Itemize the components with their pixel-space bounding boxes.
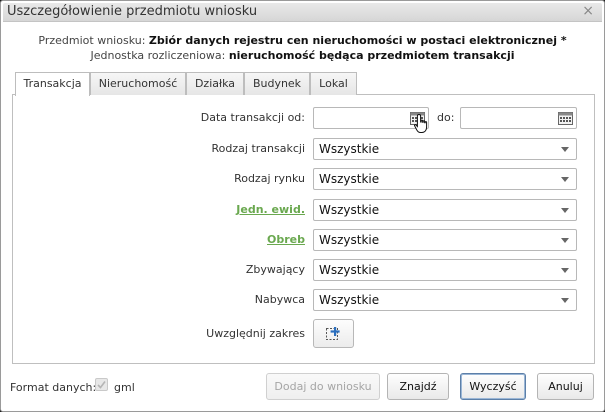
jedn-ewid-value: Wszystkie bbox=[319, 203, 380, 217]
nabywca-label: Nabywca bbox=[254, 293, 305, 306]
chevron-down-icon bbox=[561, 238, 569, 243]
date-to-label: do: bbox=[437, 111, 455, 124]
dialog-window: Uszczegółowienie przedmiotu wniosku × Pr… bbox=[0, 0, 605, 412]
cancel-button[interactable]: Anuluj bbox=[537, 373, 594, 400]
close-icon[interactable]: × bbox=[582, 3, 594, 19]
chevron-down-icon bbox=[561, 268, 569, 273]
unit-value: nieruchomość będąca przedmiotem transakc… bbox=[228, 49, 515, 62]
rodzaj-transakcji-value: Wszystkie bbox=[319, 142, 380, 156]
chevron-down-icon bbox=[561, 208, 569, 213]
date-from-field[interactable] bbox=[313, 107, 429, 129]
range-select-button[interactable] bbox=[313, 319, 354, 348]
rodzaj-rynku-select[interactable]: Wszystkie bbox=[313, 168, 577, 190]
find-button[interactable]: Znajdź bbox=[387, 373, 449, 400]
jedn-ewid-link[interactable]: Jedn. ewid. bbox=[151, 203, 305, 216]
dialog-title: Uszczegółowienie przedmiotu wniosku bbox=[7, 4, 258, 19]
format-checkbox[interactable] bbox=[95, 378, 108, 391]
rodzaj-rynku-label: Rodzaj rynku bbox=[234, 172, 305, 185]
subject-label: Przedmiot wniosku: bbox=[38, 34, 146, 47]
format-value: gml bbox=[114, 381, 135, 394]
zbywajacy-label: Zbywający bbox=[245, 263, 305, 276]
rodzaj-transakcji-label: Rodzaj transakcji bbox=[211, 142, 305, 155]
tab-dzialka[interactable]: Działka bbox=[186, 72, 244, 95]
rodzaj-transakcji-select[interactable]: Wszystkie bbox=[313, 138, 577, 160]
checkmark-icon bbox=[97, 381, 106, 389]
range-select-icon bbox=[326, 327, 340, 340]
zbywajacy-value: Wszystkie bbox=[319, 263, 380, 277]
chevron-down-icon bbox=[561, 298, 569, 303]
calendar-icon[interactable] bbox=[557, 110, 574, 126]
nabywca-value: Wszystkie bbox=[319, 293, 380, 307]
chevron-down-icon bbox=[561, 147, 569, 152]
nabywca-select[interactable]: Wszystkie bbox=[313, 289, 577, 311]
tab-transakcja[interactable]: Transakcja bbox=[15, 72, 90, 96]
jedn-ewid-select[interactable]: Wszystkie bbox=[313, 199, 577, 221]
format-label: Format danych: bbox=[10, 381, 97, 394]
unit-info: Jednostka rozliczeniowa: nieruchomość bę… bbox=[1, 49, 604, 62]
hand-cursor-icon bbox=[414, 113, 428, 133]
chevron-down-icon bbox=[561, 177, 569, 182]
range-label: Uwzględnij zakres bbox=[206, 327, 305, 340]
date-to-field[interactable] bbox=[460, 107, 577, 129]
tab-nieruchomosc[interactable]: Nieruchomość bbox=[90, 72, 186, 95]
tab-lokal[interactable]: Lokal bbox=[310, 72, 357, 95]
subject-value: Zbiór danych rejestru cen nieruchomości … bbox=[148, 34, 567, 47]
obreb-link[interactable]: Obreb bbox=[151, 233, 305, 246]
unit-label: Jednostka rozliczeniowa: bbox=[90, 49, 226, 62]
clear-button[interactable]: Wyczyść bbox=[460, 373, 526, 400]
rodzaj-rynku-value: Wszystkie bbox=[319, 172, 380, 186]
date-from-label: Data transakcji od: bbox=[200, 111, 305, 124]
dialog-titlebar[interactable]: Uszczegółowienie przedmiotu wniosku × bbox=[3, 3, 602, 22]
obreb-value: Wszystkie bbox=[319, 233, 380, 247]
obreb-select[interactable]: Wszystkie bbox=[313, 229, 577, 251]
zbywajacy-select[interactable]: Wszystkie bbox=[313, 259, 577, 281]
tab-budynek[interactable]: Budynek bbox=[244, 72, 310, 95]
add-to-request-button[interactable]: Dodaj do wniosku bbox=[266, 373, 380, 400]
subject-info: Przedmiot wniosku: Zbiór danych rejestru… bbox=[1, 34, 604, 47]
